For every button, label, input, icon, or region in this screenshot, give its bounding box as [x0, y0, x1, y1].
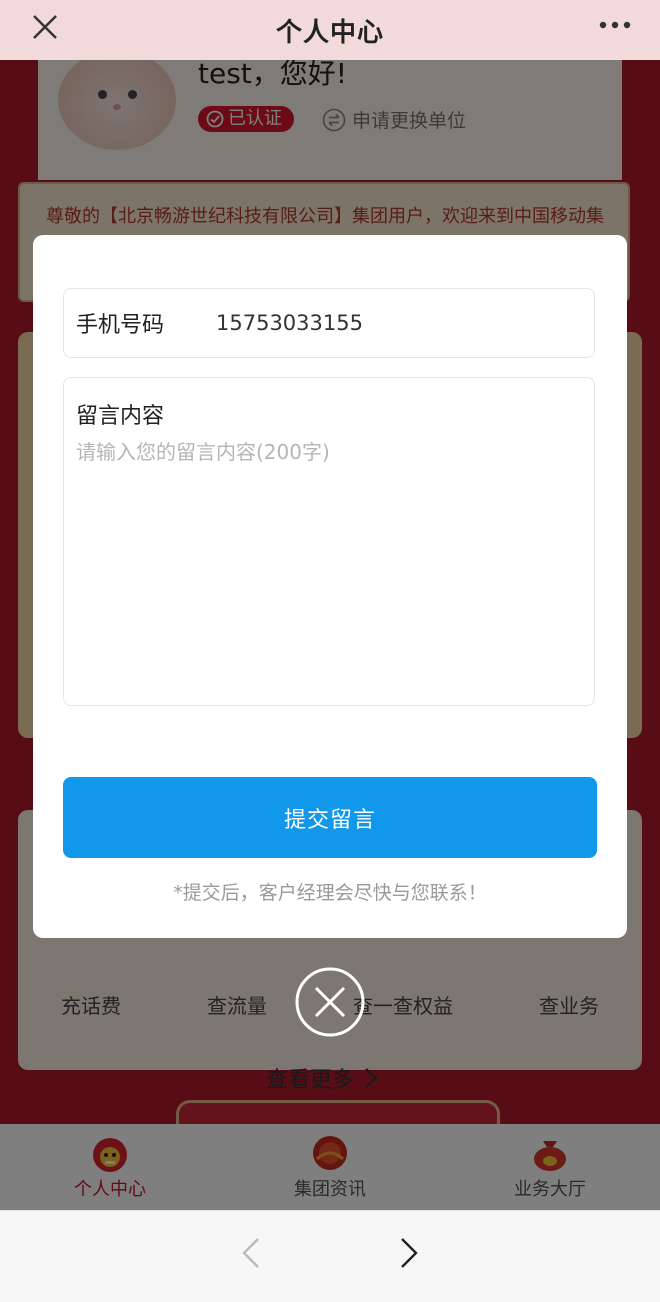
forward-arrow-icon[interactable] — [398, 1235, 422, 1271]
message-dialog: 手机号码 15753033155 留言内容 提交留言 *提交后，客户经理会尽快与… — [33, 235, 627, 938]
app-root: 个人中心 test，您好! 已认证 — [0, 0, 660, 1302]
dialog-close-icon[interactable] — [294, 966, 366, 1038]
browser-nav-bar — [0, 1210, 660, 1302]
page-title: 个人中心 — [275, 17, 384, 48]
more-icon[interactable] — [598, 18, 632, 32]
phone-field: 手机号码 15753033155 — [63, 288, 595, 358]
submit-message-button[interactable]: 提交留言 — [63, 777, 597, 858]
back-arrow-icon[interactable] — [238, 1235, 262, 1271]
top-bar: 个人中心 — [0, 0, 660, 60]
message-input[interactable] — [76, 436, 582, 676]
close-icon[interactable] — [30, 12, 60, 42]
submit-hint: *提交后，客户经理会尽快与您联系！ — [173, 882, 487, 904]
phone-label: 手机号码 — [76, 313, 165, 338]
phone-value: 15753033155 — [216, 311, 363, 335]
message-label: 留言内容 — [76, 404, 165, 429]
message-field: 留言内容 — [63, 377, 595, 706]
